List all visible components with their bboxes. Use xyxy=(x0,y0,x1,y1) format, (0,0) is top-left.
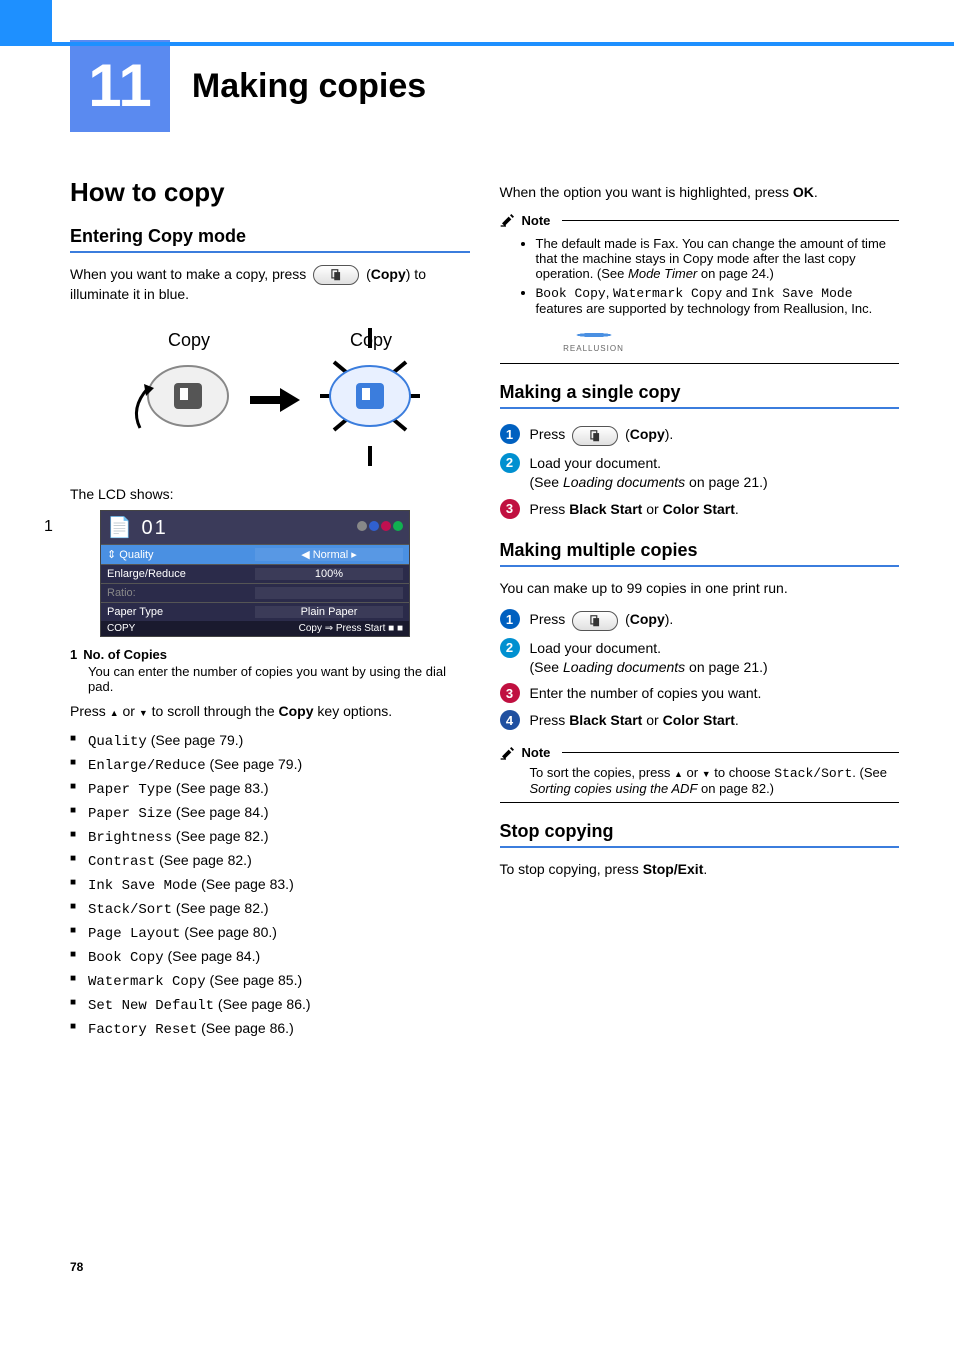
up-arrow-icon xyxy=(110,703,119,719)
multiple-intro: You can make up to 99 copies in one prin… xyxy=(500,579,900,598)
option-paper-type: Paper Type (See page 83.) xyxy=(70,777,470,801)
note1-bullet1: The default made is Fax. You can change … xyxy=(536,236,900,281)
copy-button-icon xyxy=(572,426,618,446)
note2-body: To sort the copies, press or to choose S… xyxy=(500,761,900,802)
note-pencil-icon xyxy=(500,744,516,761)
option-factory-reset: Factory Reset (See page 86.) xyxy=(70,1017,470,1041)
copy-options-list: Quality (See page 79.) Enlarge/Reduce (S… xyxy=(70,729,470,1041)
copy-button-icon xyxy=(313,265,359,285)
lcd-row-ratio: Ratio: xyxy=(101,583,409,602)
single-step-1: 1 Press (Copy). xyxy=(500,421,900,449)
section-how-to-copy: How to copy xyxy=(70,177,470,208)
copy-button-illustration: Copy Copy xyxy=(70,318,470,471)
note-pencil-icon xyxy=(500,212,516,229)
single-copy-steps: 1 Press (Copy). 2 Load your document. (S… xyxy=(500,421,900,522)
lcd-header: 📄 01 xyxy=(101,511,409,544)
lcd-row-quality: ⇕ Quality ◀ Normal ▸ xyxy=(101,544,409,564)
lcd-footer: COPY Copy ⇒ Press Start ■ ■ xyxy=(101,621,409,636)
page-edge-tab xyxy=(0,0,52,1351)
subsection-multiple-copies: Making multiple copies xyxy=(500,540,900,567)
note-box-1: Note The default made is Fax. You can ch… xyxy=(500,212,900,365)
callout-number: 1 xyxy=(44,518,53,536)
option-page-layout: Page Layout (See page 80.) xyxy=(70,921,470,945)
multi-step-2: 2 Load your document. (See Loading docum… xyxy=(500,635,900,681)
lcd-row-papertype: Paper Type Plain Paper xyxy=(101,602,409,621)
lcd-row-enlarge: Enlarge/Reduce 100% xyxy=(101,564,409,583)
option-paper-size: Paper Size (See page 84.) xyxy=(70,801,470,825)
down-arrow-icon xyxy=(139,703,148,719)
left-column: How to copy Entering Copy mode When you … xyxy=(70,177,470,1049)
option-watermark-copy: Watermark Copy (See page 85.) xyxy=(70,969,470,993)
lcd-status-dots xyxy=(355,521,403,534)
highlight-instruction: When the option you want is highlighted,… xyxy=(500,183,900,202)
callout-definition: 1No. of Copies You can enter the number … xyxy=(70,647,470,694)
down-arrow-icon xyxy=(702,765,711,780)
note1-bullet2: Book Copy, Watermark Copy and Ink Save M… xyxy=(536,285,900,353)
single-step-3: 3 Press Black Start or Color Start. xyxy=(500,496,900,523)
subsection-stop-copying: Stop copying xyxy=(500,821,900,848)
stop-instruction: To stop copying, press Stop/Exit. xyxy=(500,860,900,879)
lcd-intro-text: The LCD shows: xyxy=(70,485,470,504)
option-brightness: Brightness (See page 82.) xyxy=(70,825,470,849)
chapter-title: Making copies xyxy=(192,67,426,106)
option-enlarge-reduce: Enlarge/Reduce (See page 79.) xyxy=(70,753,470,777)
option-quality: Quality (See page 79.) xyxy=(70,729,470,753)
note-label: Note xyxy=(522,745,551,760)
single-step-2: 2 Load your document. (See Loading docum… xyxy=(500,450,900,496)
multi-step-1: 1 Press (Copy). xyxy=(500,606,900,634)
option-set-new-default: Set New Default (See page 86.) xyxy=(70,993,470,1017)
option-contrast: Contrast (See page 82.) xyxy=(70,849,470,873)
subsection-single-copy: Making a single copy xyxy=(500,382,900,409)
lcd-copies-count: 📄 01 xyxy=(107,515,168,540)
page-number: 78 xyxy=(70,1260,83,1274)
chapter-header: 11 Making copies xyxy=(70,40,899,132)
scroll-instruction: Press or to scroll through the Copy key … xyxy=(70,702,470,721)
copy-label-off: Copy xyxy=(168,330,210,350)
multi-step-4: 4 Press Black Start or Color Start. xyxy=(500,707,900,734)
option-ink-save: Ink Save Mode (See page 83.) xyxy=(70,873,470,897)
header-rule xyxy=(0,42,954,46)
tab-colored-block xyxy=(0,0,52,42)
multi-step-3: 3 Enter the number of copies you want. xyxy=(500,680,900,707)
right-column: When the option you want is highlighted,… xyxy=(500,177,900,1049)
chapter-number-box: 11 xyxy=(70,40,170,132)
subsection-entering-copy-mode: Entering Copy mode xyxy=(70,226,470,253)
entering-paragraph: When you want to make a copy, press (Cop… xyxy=(70,265,470,304)
option-stack-sort: Stack/Sort (See page 82.) xyxy=(70,897,470,921)
lcd-screenshot: 1 📄 01 ⇕ Quality ◀ Normal ▸ Enlarge/Redu… xyxy=(70,510,470,637)
note-box-2: Note To sort the copies, press or to cho… xyxy=(500,744,900,803)
up-arrow-icon xyxy=(674,765,683,780)
note-label: Note xyxy=(522,213,551,228)
copy-button-icon xyxy=(572,611,618,631)
reallusion-logo: REALLUSION xyxy=(554,326,634,353)
multiple-copies-steps: 1 Press (Copy). 2 Load your document. (S… xyxy=(500,606,900,734)
option-book-copy: Book Copy (See page 84.) xyxy=(70,945,470,969)
